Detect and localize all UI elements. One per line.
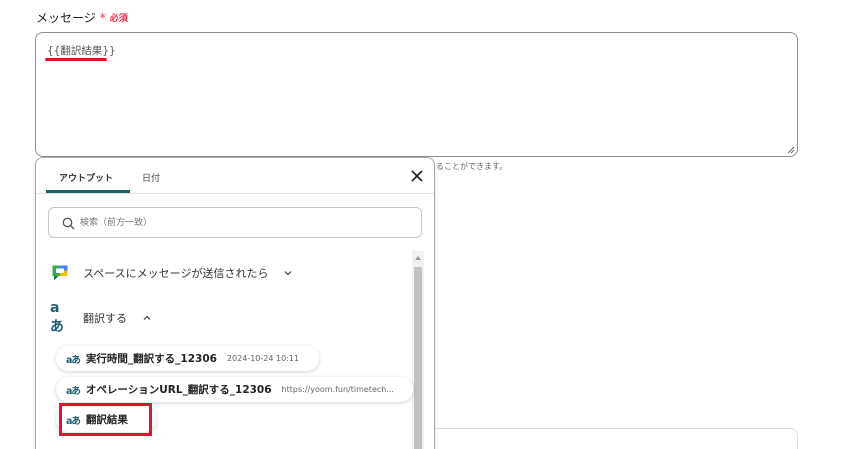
field-hint-text: ることができます。: [436, 162, 508, 171]
translate-icon: aあ: [50, 300, 64, 335]
group-translate[interactable]: aあ 翻訳する: [50, 300, 152, 335]
highlight-annotation-box: [59, 403, 152, 436]
tab-output[interactable]: アウトプット: [59, 171, 113, 184]
google-chat-icon: [50, 263, 70, 283]
next-field-input[interactable]: [420, 428, 798, 449]
resize-grip-icon[interactable]: [787, 146, 795, 154]
popup-scrollbar[interactable]: [412, 251, 424, 449]
group-translate-label: 翻訳する: [83, 312, 127, 325]
output-item-value: https://yoom.fun/timetech...: [281, 385, 394, 394]
output-picker-popup: アウトプット 日付 スペースにメッセージが送: [35, 157, 435, 449]
translate-icon: aあ: [66, 385, 81, 397]
chevron-down-icon: [284, 271, 292, 276]
search-box[interactable]: [48, 207, 422, 238]
chevron-up-icon: [143, 315, 151, 320]
tab-date[interactable]: 日付: [142, 171, 160, 184]
output-item-value: 2024-10-24 10:11: [226, 354, 300, 363]
group-chat-label: スペースにメッセージが送信されたら: [83, 267, 269, 280]
group-chat-trigger[interactable]: スペースにメッセージが送信されたら: [50, 263, 293, 283]
scroll-up-icon[interactable]: [415, 256, 421, 260]
output-item-operation-url[interactable]: aあ オペレーションURL_翻訳する_12306 https://yoom.fu…: [56, 377, 413, 402]
message-textarea[interactable]: {{翻訳結果}}: [35, 32, 798, 157]
translate-icon: aあ: [66, 354, 81, 366]
search-icon: [62, 217, 75, 230]
active-tab-indicator: [46, 190, 130, 193]
output-item-label: オペレーションURL_翻訳する_12306: [85, 384, 272, 396]
required-star: *: [99, 10, 106, 25]
popup-tabs: アウトプット 日付: [36, 158, 434, 194]
scroll-thumb[interactable]: [414, 267, 422, 449]
search-input[interactable]: [80, 214, 410, 232]
message-field-label: メッセージ * 必須: [36, 9, 128, 26]
required-badge: 必須: [109, 14, 128, 24]
value-underline-annotation: [45, 58, 107, 61]
close-icon[interactable]: [409, 168, 425, 184]
message-label-text: メッセージ: [36, 11, 96, 25]
output-item-label: 実行時間_翻訳する_12306: [85, 353, 217, 365]
output-item-exec-time[interactable]: aあ 実行時間_翻訳する_12306 2024-10-24 10:11: [56, 346, 319, 371]
message-textarea-value: {{翻訳結果}}: [47, 45, 116, 57]
